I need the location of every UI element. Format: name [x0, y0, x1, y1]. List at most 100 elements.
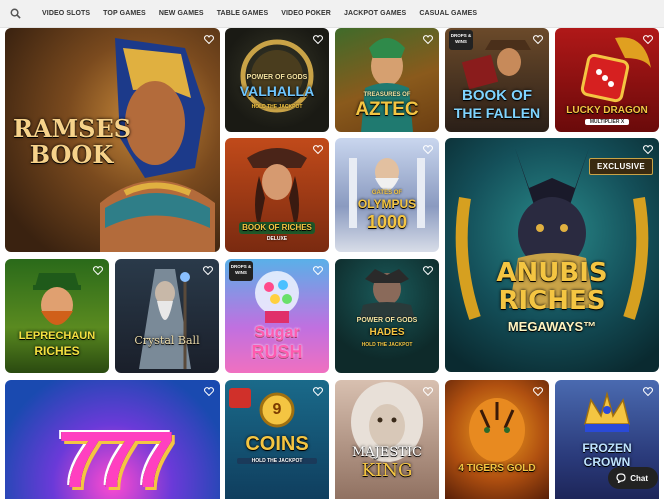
search-icon — [10, 8, 21, 19]
game-subtitle: HOLD THE JACKPOT — [237, 458, 317, 464]
game-title: RUSH — [251, 342, 303, 362]
chat-bubble-icon — [616, 473, 626, 483]
game-tile-majestic-king[interactable]: MAJESTIC KING — [335, 380, 439, 499]
heart-icon — [204, 386, 214, 396]
favorite-button[interactable] — [202, 264, 214, 276]
search-button[interactable] — [0, 0, 30, 28]
favorite-button[interactable] — [642, 33, 654, 45]
favorite-button[interactable] — [312, 385, 324, 397]
nav-casual-games[interactable]: CASUAL GAMES — [419, 10, 477, 17]
heart-icon — [423, 144, 433, 154]
heart-icon — [423, 34, 433, 44]
heart-icon — [313, 34, 323, 44]
game-tile-sugar-rush[interactable]: DROPS & WINS Sugar RUSH — [225, 259, 329, 373]
game-line1: POWER OF GODS — [356, 317, 418, 324]
nav-top-games[interactable]: TOP GAMES — [103, 10, 146, 17]
favorite-button[interactable] — [422, 385, 434, 397]
tiger-artwork — [469, 398, 525, 462]
game-title: THE FALLEN — [453, 105, 541, 121]
game-title: OLYMPUS — [357, 197, 417, 211]
game-title: COINS — [245, 433, 309, 455]
game-tile-book-of-the-fallen[interactable]: DROPS & WINS BOOK OF THE FALLEN — [445, 28, 549, 132]
game-title: RICHES — [34, 344, 80, 358]
game-tile-9-coins[interactable]: 9 COINS HOLD THE JACKPOT — [225, 380, 329, 499]
heart-icon — [204, 34, 214, 44]
game-line1: POWER OF GODS — [246, 74, 308, 81]
game-title: HADES — [369, 327, 405, 338]
game-tile-anubis-riches[interactable]: EXCLUSIVE ANUBIS RICHES MEGAWAYS™ — [445, 138, 659, 372]
heart-icon — [423, 265, 433, 275]
game-tile-book-of-riches[interactable]: BOOK OF RICHES DELUXE — [225, 138, 329, 252]
chat-button[interactable]: Chat — [608, 467, 658, 489]
heart-icon — [643, 386, 653, 396]
favorite-button[interactable] — [532, 33, 544, 45]
game-tile-ramses-book[interactable]: RAMSES BOOK — [5, 28, 220, 252]
heart-icon — [203, 265, 213, 275]
game-tile-power-of-gods-hades[interactable]: POWER OF GODS HADES HOLD THE JACKPOT — [335, 259, 439, 373]
heart-icon — [643, 34, 653, 44]
game-title: AZTEC — [355, 99, 419, 120]
drops-and-wins-badge: DROPS & WINS — [229, 261, 253, 281]
heart-icon — [533, 34, 543, 44]
favorite-button[interactable] — [642, 143, 654, 155]
heart-icon — [313, 386, 323, 396]
game-line1: BOOK OF — [462, 87, 532, 104]
game-subtitle: HOLD THE JACKPOT — [251, 104, 303, 110]
game-tile-valhalla[interactable]: POWER OF GODS VALHALLA HOLD THE JACKPOT — [225, 28, 329, 132]
game-tile-treasures-of-aztec[interactable]: TREASURES OF AZTEC — [335, 28, 439, 132]
game-number: 9 — [272, 401, 282, 418]
game-subtitle: MEGAWAYS™ — [507, 319, 597, 334]
wizard-artwork — [139, 269, 191, 369]
adventurer-artwork — [247, 148, 307, 228]
heart-icon — [423, 386, 433, 396]
category-nav: VIDEO SLOTS TOP GAMES NEW GAMES TABLE GA… — [0, 0, 664, 28]
drops-and-wins-badge: DROPS & WINS — [449, 30, 473, 50]
game-line1: Sugar — [254, 324, 300, 341]
favorite-button[interactable] — [92, 264, 104, 276]
nav-video-slots[interactable]: VIDEO SLOTS — [42, 10, 90, 17]
heart-icon — [313, 144, 323, 154]
favorite-button[interactable] — [312, 143, 324, 155]
game-title: Crystal Ball — [134, 334, 200, 347]
favorite-button[interactable] — [422, 264, 434, 276]
favorite-button[interactable] — [532, 385, 544, 397]
game-line1: GATES OF — [371, 190, 403, 196]
game-grid: RAMSES BOOK POWER OF GODS VALHALLA HOLD … — [0, 28, 664, 499]
nav-new-games[interactable]: NEW GAMES — [159, 10, 204, 17]
game-line1: FROZEN — [582, 441, 632, 455]
game-title: 4 TIGERS GOLD — [458, 463, 536, 474]
game-tile-gates-of-olympus-1000[interactable]: GATES OF OLYMPUS 1000 — [335, 138, 439, 252]
game-title: BOOK OF RICHES — [239, 222, 315, 234]
nav-table-games[interactable]: TABLE GAMES — [217, 10, 269, 17]
game-tile-crystal-ball[interactable]: Crystal Ball — [115, 259, 219, 373]
heart-icon — [643, 144, 653, 154]
chat-label: Chat — [630, 473, 648, 483]
nav-video-poker[interactable]: VIDEO POKER — [281, 10, 331, 17]
game-line1: TREASURES OF — [363, 92, 411, 98]
favorite-button[interactable] — [642, 385, 654, 397]
game-line1: LEPRECHAUN — [18, 330, 96, 342]
lion-artwork — [351, 382, 423, 462]
exclusive-badge: EXCLUSIVE — [588, 158, 653, 175]
heart-icon — [93, 265, 103, 275]
favorite-button[interactable] — [203, 385, 215, 397]
hades-artwork — [359, 269, 415, 319]
game-tile-sevens[interactable]: 777 — [5, 380, 220, 499]
game-title: VALHALLA — [239, 83, 315, 99]
favorite-button[interactable] — [422, 143, 434, 155]
favorite-button[interactable] — [312, 33, 324, 45]
nav-jackpot-games[interactable]: JACKPOT GAMES — [344, 10, 406, 17]
game-title: LUCKY DRAGON — [566, 105, 648, 116]
heart-icon — [313, 265, 323, 275]
game-subtitle: DELUXE — [266, 236, 288, 242]
game-title: RICHES — [498, 286, 606, 316]
game-title: RAMSES BOOK — [13, 114, 132, 169]
favorite-button[interactable] — [422, 33, 434, 45]
favorite-button[interactable] — [203, 33, 215, 45]
game-tile-4-tigers-gold[interactable]: 4 TIGERS GOLD — [445, 380, 549, 499]
game-line1: MAJESTIC — [351, 445, 423, 460]
favorite-button[interactable] — [312, 264, 324, 276]
game-number: 1000 — [366, 212, 408, 232]
game-tile-lucky-dragon[interactable]: LUCKY DRAGON MULTIPLIER X — [555, 28, 659, 132]
game-tile-leprechaun-riches[interactable]: LEPRECHAUN RICHES — [5, 259, 109, 373]
